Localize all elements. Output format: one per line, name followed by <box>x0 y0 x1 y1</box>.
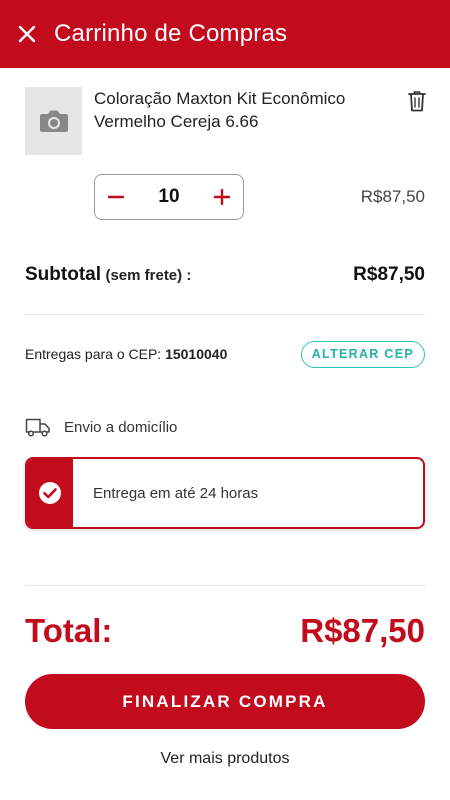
quantity-value[interactable]: 10 <box>158 186 179 208</box>
cep-value: 15010040 <box>165 346 228 362</box>
cart-item: Coloração Maxton Kit Econômico Vermelho … <box>25 87 426 227</box>
delivery-option-selected[interactable]: Entrega em até 24 horas <box>25 457 425 529</box>
cep-prefix: Entregas para o CEP: <box>25 346 162 362</box>
quantity-stepper: 10 <box>94 174 244 220</box>
total-row: Total: R$87,50 <box>25 612 425 650</box>
product-thumbnail <box>25 87 82 155</box>
shipping-method: Envio a domicílio <box>25 415 177 439</box>
check-circle-icon <box>39 482 61 504</box>
subtotal-note: (sem frete) : <box>105 267 192 284</box>
subtotal-label: Subtotal <box>25 264 101 285</box>
minus-icon <box>108 195 124 199</box>
change-cep-button[interactable]: ALTERAR CEP <box>300 340 425 368</box>
finalize-purchase-button[interactable]: FINALIZAR COMPRA <box>25 674 425 729</box>
option-check <box>27 459 73 527</box>
item-price: R$87,50 <box>360 187 425 206</box>
page-title: Carrinho de Compras <box>54 20 288 47</box>
close-button[interactable] <box>0 0 54 68</box>
close-icon <box>18 25 36 43</box>
trash-icon <box>408 91 426 112</box>
divider <box>25 314 425 315</box>
subtotal-value: R$87,50 <box>353 264 425 285</box>
cep-row: Entregas para o CEP: 15010040 ALTERAR CE… <box>25 340 425 368</box>
cep-text: Entregas para o CEP: 15010040 <box>25 346 227 362</box>
remove-item-button[interactable] <box>403 87 431 115</box>
decrease-quantity-button[interactable] <box>105 186 127 208</box>
delivery-option-label: Entrega em até 24 horas <box>93 484 259 502</box>
divider <box>25 585 425 586</box>
total-label: Total: <box>25 612 113 649</box>
total-value: R$87,50 <box>300 612 425 649</box>
more-products-link[interactable]: Ver mais produtos <box>0 750 450 768</box>
shipping-method-label: Envio a domicílio <box>64 418 178 436</box>
plus-icon <box>213 189 230 205</box>
product-name[interactable]: Coloração Maxton Kit Econômico Vermelho … <box>94 88 379 133</box>
increase-quantity-button[interactable] <box>211 186 233 208</box>
truck-icon <box>25 418 50 437</box>
subtotal-row: Subtotal (sem frete) : R$87,50 <box>25 264 425 286</box>
app-header: Carrinho de Compras <box>0 0 450 68</box>
camera-icon <box>39 110 68 132</box>
